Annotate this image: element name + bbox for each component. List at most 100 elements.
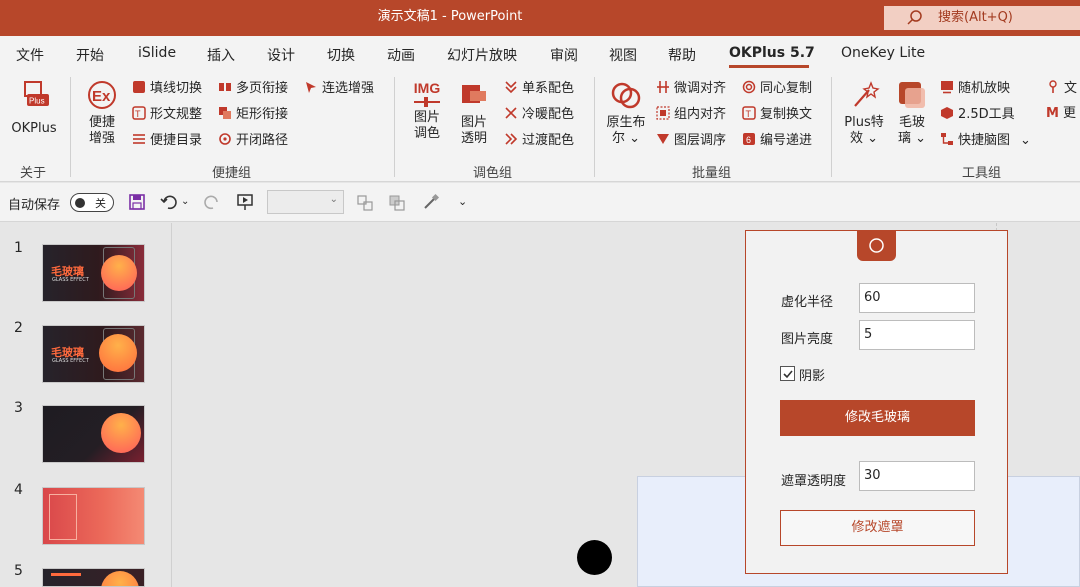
svg-text:T: T — [746, 109, 752, 119]
boolean-rings-icon — [611, 82, 641, 109]
danxi-label: 单系配色 — [522, 81, 575, 96]
sun-circle — [99, 334, 137, 372]
tab-home[interactable]: 开始 — [76, 45, 104, 65]
tab-insert[interactable]: 插入 — [207, 45, 235, 65]
modify-glass-button[interactable]: 修改毛玻璃 — [780, 400, 975, 436]
suiji-fangying-button[interactable]: 随机放映 — [940, 80, 1010, 97]
fill-line-icon — [133, 81, 145, 93]
panel-toggle-tab[interactable] — [857, 230, 896, 261]
tab-transitions[interactable]: 切换 — [327, 45, 355, 65]
customize-qat-icon[interactable]: ⌄ — [458, 195, 467, 208]
present-button[interactable] — [236, 193, 254, 215]
arrange-button[interactable] — [388, 194, 406, 216]
tianxian-qiehuan-button[interactable]: 填线切换 — [132, 80, 202, 97]
lengnuan-peise-button[interactable]: 冷暖配色 — [504, 106, 574, 123]
tab-help[interactable]: 帮助 — [668, 45, 696, 65]
tool-25d-button[interactable]: 2.5D工具 — [940, 106, 1015, 123]
bianjie-mulu-button[interactable]: 便捷目录 — [132, 132, 202, 149]
xingwen-guizheng-button[interactable]: T 形文规整 — [132, 106, 202, 123]
yuansheng-buer-button[interactable]: 原生布 尔 ⌄ — [602, 80, 650, 147]
save-button[interactable] — [128, 193, 146, 215]
double-chevron-down-icon — [505, 81, 517, 94]
tupian-touming-button[interactable]: 图片 透明 — [454, 80, 494, 147]
okplus-logo-icon: Plus — [24, 81, 49, 106]
ribbon-separator — [70, 77, 71, 177]
maoboli-button[interactable]: 毛玻 璃 ⌄ — [892, 80, 932, 147]
plus-texiao-button[interactable]: Plus特 效 ⌄ — [840, 80, 888, 147]
redo-button[interactable] — [203, 193, 221, 215]
tongxin-fuzhi-button[interactable]: 同心复制 — [742, 80, 812, 97]
bianjie-zengqiang-button[interactable]: Ex 便捷 增强 — [82, 80, 122, 147]
lengnuan-label: 冷暖配色 — [522, 107, 575, 122]
group-objects-button[interactable] — [356, 194, 374, 216]
shadow-label: 阴影 — [799, 369, 826, 384]
modify-mask-button[interactable]: 修改遮罩 — [780, 510, 975, 546]
weitiao-duiqi-button[interactable]: 微调对齐 — [656, 80, 726, 97]
chevron-down-icon[interactable]: ⌄ — [1020, 133, 1031, 148]
tab-onekey-lite[interactable]: OneKey Lite — [841, 45, 925, 61]
wen-button[interactable]: 文 — [1046, 80, 1077, 97]
slide-thumbnail-1[interactable]: 毛玻璃 GLASS EFFECT — [42, 244, 145, 302]
slide-thumbnail-3[interactable] — [42, 405, 145, 463]
kaibi-lujing-button[interactable]: 开闭路径 — [218, 132, 288, 149]
tab-okplus[interactable]: OKPlus 5.7 — [729, 45, 815, 61]
font-select[interactable]: ⌄ — [267, 190, 344, 214]
arrange-icon — [389, 195, 405, 211]
tab-animations[interactable]: 动画 — [387, 45, 415, 65]
kuaijie-naotu-button[interactable]: 快捷脑图 ⌄ — [940, 132, 1031, 149]
grid-align-icon — [657, 81, 669, 93]
black-circle-shape[interactable] — [577, 540, 612, 575]
bianjie-label-2: 增强 — [88, 131, 115, 146]
mask-opacity-input[interactable]: 30 — [859, 461, 975, 491]
format-painter-button[interactable] — [422, 193, 440, 215]
danxi-peise-button[interactable]: 单系配色 — [504, 80, 574, 97]
undo-dropdown-icon[interactable]: ⌄ — [181, 196, 189, 207]
juxing-xianjie-button[interactable]: 矩形衔接 — [218, 106, 288, 123]
ribbon-separator — [594, 77, 595, 177]
mulu-label: 便捷目录 — [150, 133, 203, 148]
brightness-input[interactable]: 5 — [859, 320, 975, 350]
undo-button[interactable] — [160, 193, 178, 215]
tab-design[interactable]: 设计 — [267, 45, 295, 65]
undo-icon — [160, 195, 177, 210]
geng-button[interactable]: M更 — [1046, 106, 1076, 122]
number-icon: 6 — [743, 133, 755, 145]
geng-label: 更 — [1062, 106, 1076, 121]
blur-radius-label: 虚化半径 — [781, 295, 834, 310]
magic-wand-icon — [854, 81, 880, 107]
guodu-peise-button[interactable]: 过渡配色 — [504, 132, 574, 149]
autosave-label: 自动保存 — [8, 198, 61, 213]
tongxin-label: 同心复制 — [760, 81, 813, 96]
bianhao-dijin-button[interactable]: 6 编号递进 — [742, 132, 812, 149]
fuzhi-huanwen-button[interactable]: T 复制换文 — [742, 106, 812, 123]
search-box[interactable]: 搜索(Alt+Q) — [884, 6, 1080, 30]
zunei-label: 组内对齐 — [674, 107, 727, 122]
duoye-xianjie-button[interactable]: 多页衔接 — [218, 80, 288, 97]
tuceng-label: 图层调序 — [674, 133, 727, 148]
okplus-button[interactable]: Plus OKPlus — [8, 80, 60, 137]
group-about-label: 关于 — [20, 166, 47, 181]
tab-review[interactable]: 审阅 — [550, 45, 578, 65]
slide-thumbnail-4[interactable] — [42, 487, 145, 545]
slide-thumbnail-5[interactable] — [42, 568, 145, 587]
zunei-duiqi-button[interactable]: 组内对齐 — [656, 106, 726, 123]
slide-thumbnail-2[interactable]: 毛玻璃 GLASS EFFECT — [42, 325, 145, 383]
shadow-checkbox[interactable] — [780, 366, 795, 381]
transparency-icon — [462, 85, 486, 103]
blur-radius-input[interactable]: 60 — [859, 283, 975, 313]
tab-view[interactable]: 视图 — [609, 45, 637, 65]
sun-circle — [101, 413, 141, 453]
bianhao-label: 编号递进 — [760, 133, 813, 148]
lianxuan-label: 连选增强 — [322, 81, 375, 96]
tab-slideshow[interactable]: 幻灯片放映 — [447, 45, 517, 65]
ribbon-separator — [831, 77, 832, 177]
tab-file[interactable]: 文件 — [16, 45, 44, 65]
save-icon — [129, 194, 145, 210]
tiaose-label-2: 调色 — [413, 126, 440, 141]
copy-text-icon: T — [742, 106, 756, 120]
tuceng-tiaoxu-button[interactable]: 图层调序 — [656, 132, 726, 149]
tupian-tiaose-button[interactable]: IMG 图片 调色 — [407, 80, 447, 142]
lianxuan-zengqiang-button[interactable]: 连选增强 — [304, 80, 374, 97]
autosave-toggle[interactable]: 关 — [70, 193, 114, 212]
tab-islide[interactable]: iSlide — [138, 45, 176, 61]
